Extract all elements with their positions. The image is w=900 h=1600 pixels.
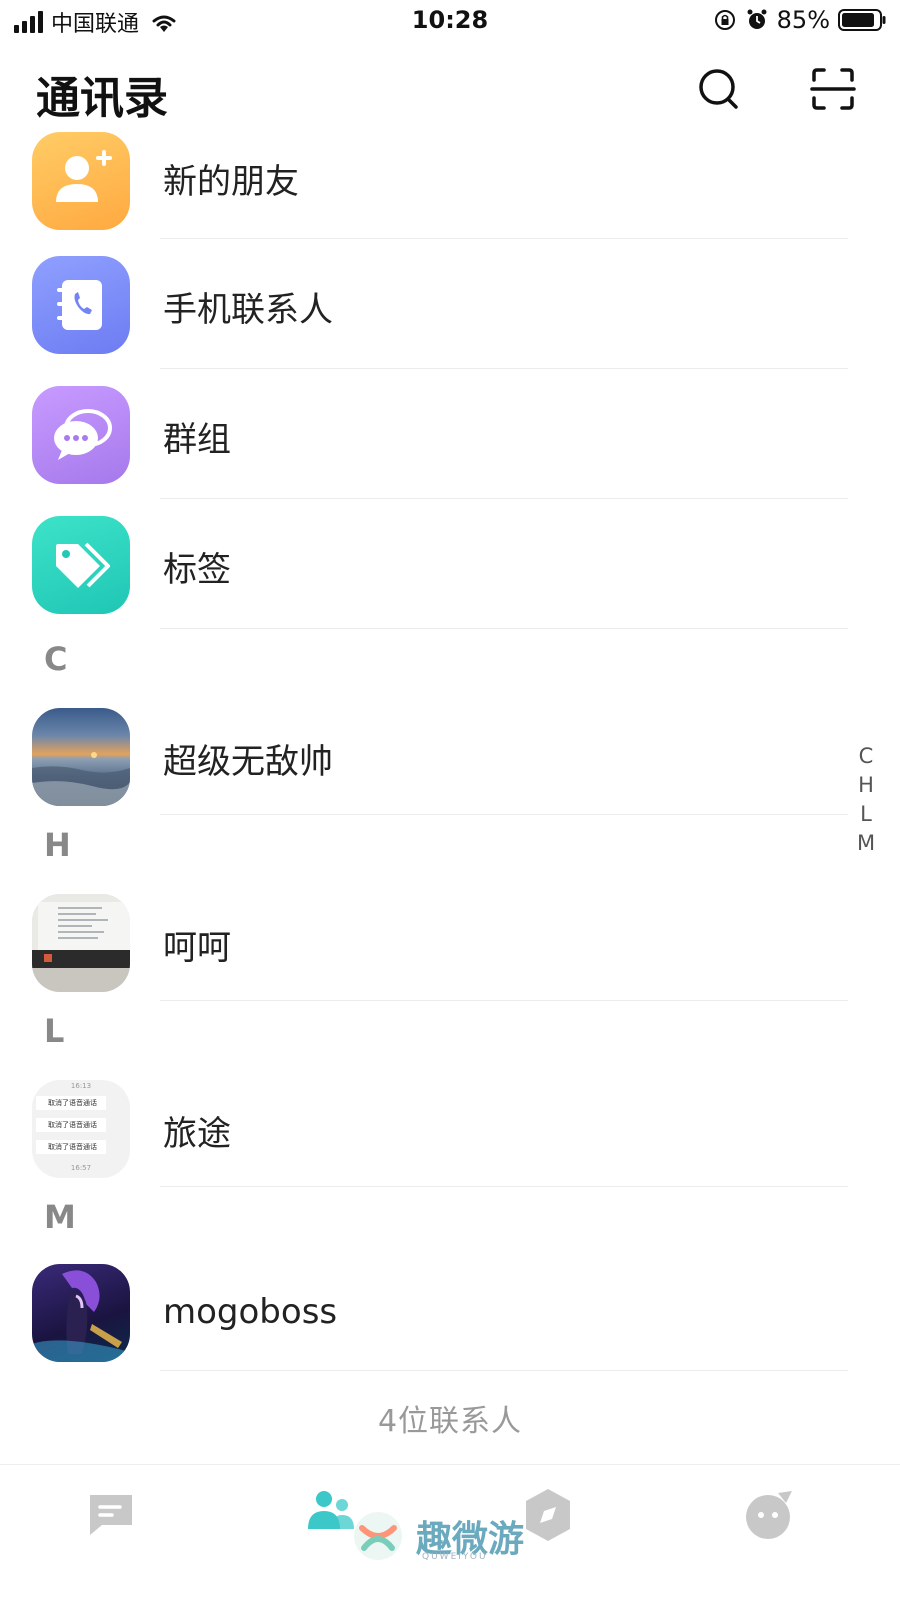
contact-row[interactable]: 16:13 取消了语音通话 取消了语音通话 取消了语音通话 16:57 旅途 (0, 1062, 900, 1192)
add-friend-icon (32, 132, 130, 230)
divider (160, 1186, 848, 1187)
avatar-text: 取消了语音通话 (36, 1096, 106, 1110)
scan-icon[interactable] (810, 66, 856, 112)
divider (160, 814, 848, 815)
avatar (32, 894, 130, 992)
battery-icon (838, 9, 886, 31)
rotation-lock-icon (714, 10, 735, 30)
contact-name: 呵呵 (163, 928, 231, 968)
me-icon[interactable] (738, 1485, 798, 1545)
discover-icon[interactable] (518, 1485, 578, 1545)
avatar-text: 16:57 (70, 1164, 92, 1172)
divider (160, 368, 848, 369)
avatar: 16:13 取消了语音通话 取消了语音通话 取消了语音通话 16:57 (32, 1080, 130, 1178)
menu-label-groups: 群组 (163, 420, 231, 460)
menu-label-phone-contacts: 手机联系人 (163, 290, 333, 330)
groups-row[interactable]: 群组 (0, 370, 900, 500)
menu-label-tags: 标签 (163, 550, 231, 590)
divider (160, 628, 848, 629)
battery-percent: 85% (776, 6, 830, 34)
index-letter-m[interactable]: M (852, 829, 880, 858)
group-chat-icon (32, 386, 130, 484)
section-header-c: C (44, 640, 68, 678)
new-friends-row[interactable]: 新的朋友 (0, 112, 900, 242)
contact-row[interactable]: 超级无敌帅 (0, 690, 900, 820)
contact-name: 旅途 (163, 1114, 231, 1154)
avatar-text: 取消了语音通话 (36, 1118, 106, 1132)
contact-row[interactable]: mogoboss (0, 1248, 900, 1378)
status-bar: 中国联通 10:28 85% (0, 0, 900, 44)
contact-count: 4位联系人 (377, 1404, 523, 1439)
index-letter-c[interactable]: C (852, 742, 880, 771)
tag-icon (32, 516, 130, 614)
index-letter-h[interactable]: H (852, 771, 880, 800)
divider (160, 1370, 848, 1371)
avatar-text: 16:13 (70, 1082, 92, 1090)
phone-contacts-row[interactable]: 手机联系人 (0, 240, 900, 370)
avatar-text: 取消了语音通话 (36, 1140, 106, 1154)
phonebook-icon (32, 256, 130, 354)
section-header-l: L (44, 1012, 65, 1050)
avatar (32, 1264, 130, 1362)
menu-label-new-friends: 新的朋友 (163, 162, 299, 202)
alarm-icon (747, 9, 767, 29)
watermark-subtext: QUWEIYOU (422, 1552, 488, 1562)
search-icon[interactable] (696, 66, 742, 112)
contact-name: mogoboss (163, 1292, 338, 1332)
contact-name: 超级无敌帅 (163, 742, 333, 782)
watermark-icon (354, 1512, 402, 1560)
contact-row[interactable]: 呵呵 (0, 876, 900, 1006)
watermark-logo: 趣微游 QUWEIYOU (350, 1508, 524, 1564)
divider (160, 498, 848, 499)
section-header-h: H (44, 826, 71, 864)
index-letter-l[interactable]: L (852, 800, 880, 829)
section-header-m: M (44, 1198, 76, 1236)
messages-icon[interactable] (80, 1485, 140, 1545)
divider (160, 238, 848, 239)
divider (160, 1000, 848, 1001)
tags-row[interactable]: 标签 (0, 500, 900, 630)
alphabet-index[interactable]: C H L M (852, 742, 880, 858)
avatar (32, 708, 130, 806)
